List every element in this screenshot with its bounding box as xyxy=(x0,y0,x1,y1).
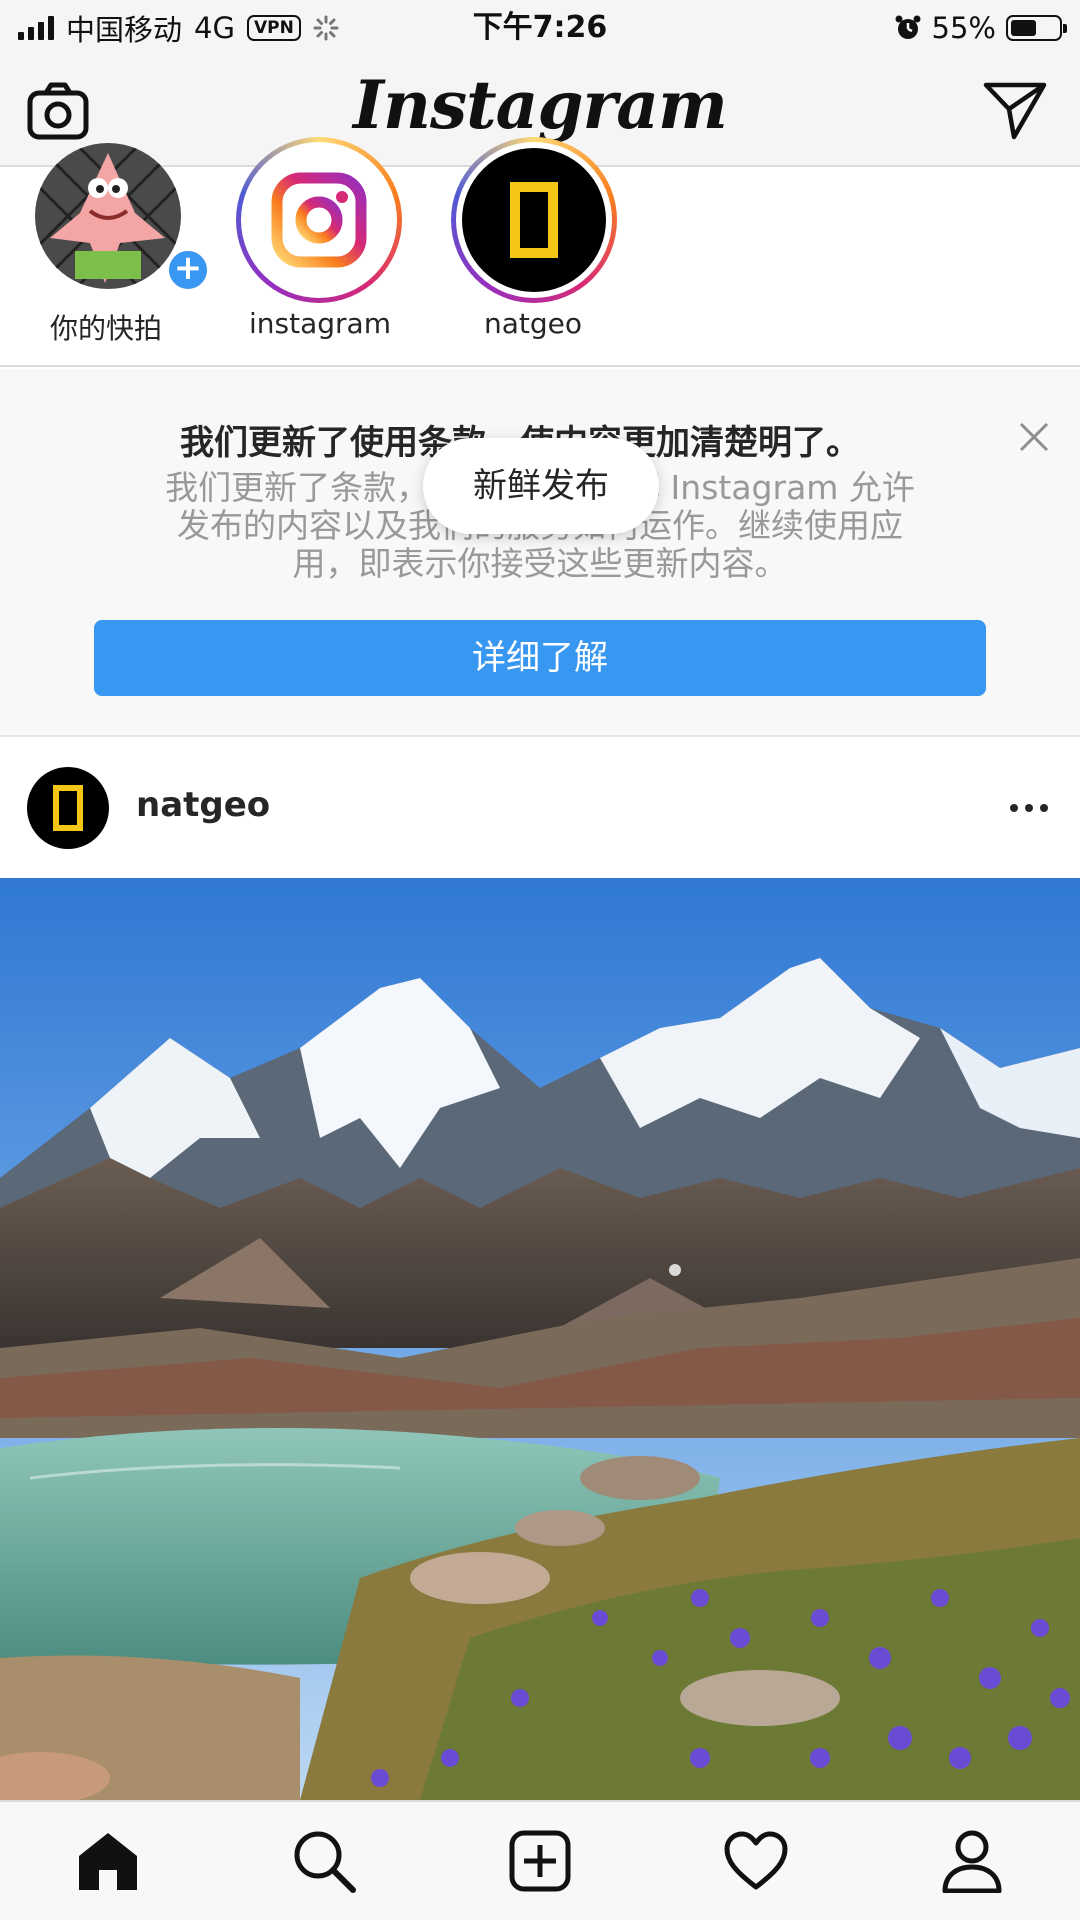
instagram-glyph-icon xyxy=(271,172,367,268)
status-right: 55% xyxy=(894,8,1067,48)
battery-level xyxy=(1011,20,1037,36)
story-label: instagram xyxy=(249,307,391,340)
learn-more-button[interactable]: 详细了解 xyxy=(94,620,986,696)
direct-message-icon[interactable] xyxy=(982,77,1048,143)
tab-search[interactable] xyxy=(284,1821,364,1901)
battery-percent: 55% xyxy=(931,11,996,45)
activity-heart-icon xyxy=(724,1831,788,1890)
story-ring xyxy=(236,137,402,303)
instagram-logo: Instagram xyxy=(353,66,728,144)
mountain-landscape-image xyxy=(0,878,1080,1800)
status-bar: 中国移动 4G VPN 下午7:26 55% xyxy=(0,0,1080,54)
avatar xyxy=(462,148,606,292)
stories-tray: + 你的快拍 instagram natgeo xyxy=(0,137,1080,367)
story-ring xyxy=(451,137,617,303)
close-icon[interactable] xyxy=(1018,421,1050,453)
terms-update-banner: 我们更新了使用条款，使内容更加清楚明了。 我们更新了条款，让你更好地了解 Ins… xyxy=(0,369,1080,737)
patrick-avatar-image xyxy=(35,143,181,289)
natgeo-logo-icon xyxy=(510,182,558,258)
tab-new-post[interactable] xyxy=(500,1821,580,1901)
natgeo-logo-icon xyxy=(53,785,83,831)
tab-home[interactable] xyxy=(68,1821,148,1901)
new-post-icon xyxy=(509,1830,571,1892)
alarm-icon xyxy=(895,15,921,39)
more-options-icon[interactable] xyxy=(1008,793,1050,823)
avatar xyxy=(247,148,391,292)
post-username[interactable]: natgeo xyxy=(136,785,270,825)
search-icon xyxy=(294,1831,356,1893)
story-label: natgeo xyxy=(483,307,582,340)
story-label: 你的快拍 xyxy=(49,312,162,345)
post-avatar[interactable] xyxy=(27,767,109,849)
add-story-badge[interactable]: + xyxy=(165,247,211,293)
profile-icon xyxy=(942,1830,1002,1893)
post-photo[interactable] xyxy=(0,878,1080,1800)
post-header: natgeo xyxy=(0,737,1080,878)
home-icon xyxy=(79,1833,137,1890)
new-posts-toast[interactable]: 新鲜发布 xyxy=(423,438,659,534)
avatar xyxy=(35,143,181,289)
battery-icon xyxy=(1006,15,1067,41)
tab-profile[interactable] xyxy=(932,1821,1012,1901)
tab-activity[interactable] xyxy=(716,1821,796,1901)
terms-body-line: 用，即表示你接受这些更新内容。 xyxy=(292,544,788,583)
bottom-tab-bar xyxy=(0,1800,1080,1920)
